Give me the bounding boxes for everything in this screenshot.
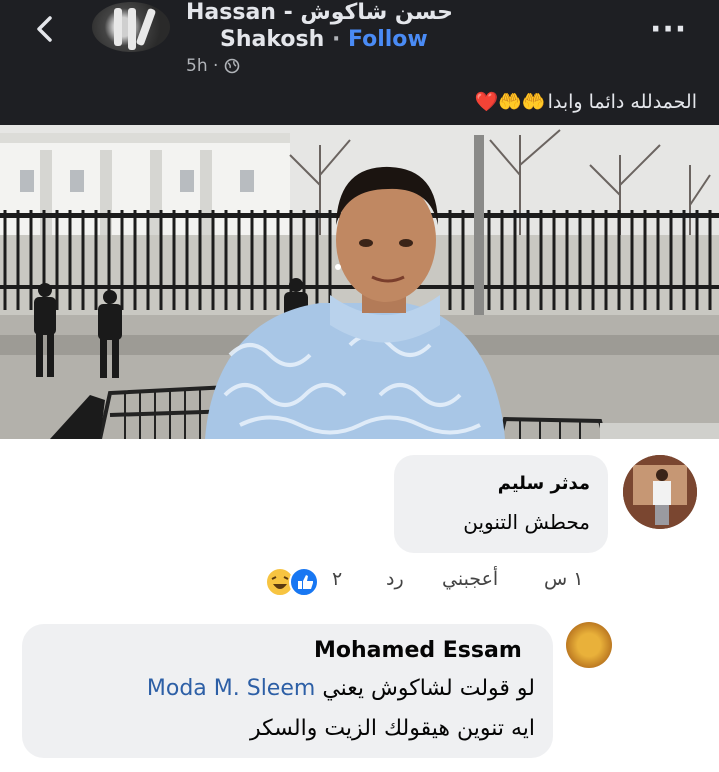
reaction-count: ٢	[332, 568, 343, 590]
separator-dot: ·	[331, 27, 341, 52]
author-name-continued[interactable]: Shakosh · Follow	[220, 27, 428, 52]
reaction-icons[interactable]	[264, 566, 324, 597]
author-name-line2[interactable]: Shakosh	[220, 27, 324, 52]
caption-text: الحمدلله دائما وابدا	[547, 90, 697, 113]
post-caption: الحمدلله دائما وابدا 🤲🤲❤️	[474, 90, 697, 114]
post-photo[interactable]	[0, 125, 719, 439]
post-header: Hassan - حسن شاكوش Shakosh · Follow 5h ·…	[0, 0, 719, 125]
mention-link[interactable]: Moda M. Sleem	[147, 676, 315, 701]
author-name[interactable]: Hassan - حسن شاكوش	[186, 0, 453, 25]
comment-bubble: مدثر سليم محطش التنوين	[394, 455, 608, 553]
comment-bubble: Mohamed Essam Moda M. Sleem لو قولت لشاك…	[22, 624, 553, 758]
commenter-avatar[interactable]	[566, 622, 612, 668]
back-arrow-icon[interactable]	[30, 12, 60, 46]
comment-text: محطش التنوين	[463, 510, 590, 534]
commenter-avatar[interactable]	[623, 455, 697, 529]
post-meta: 5h ·	[186, 56, 240, 76]
comment-text: لو قولت لشاكوش يعني	[322, 676, 535, 701]
comment-actions: ٢ رد أعجبني ١ س	[264, 564, 594, 600]
avatar-figure	[623, 455, 697, 529]
comment-author[interactable]: Mohamed Essam	[314, 638, 522, 663]
more-options-icon[interactable]: ···	[650, 12, 687, 47]
comment-time: ١ س	[544, 568, 584, 590]
comment-text-line: Moda M. Sleem لو قولت لشاكوش يعني	[147, 676, 535, 701]
comment-text: ايه تنوين هيقولك الزيت والسكر	[249, 716, 535, 741]
comment-author[interactable]: مدثر سليم	[498, 473, 590, 494]
photo-scene	[0, 125, 719, 439]
post-time: 5h ·	[186, 56, 219, 76]
haha-like-reaction-icon	[265, 567, 319, 597]
reply-button[interactable]: رد	[386, 568, 404, 590]
author-avatar[interactable]	[92, 2, 170, 52]
caption-emoji: 🤲🤲❤️	[474, 91, 546, 113]
globe-icon	[225, 58, 240, 74]
follow-button[interactable]: Follow	[348, 27, 428, 52]
like-button[interactable]: أعجبني	[442, 568, 498, 590]
